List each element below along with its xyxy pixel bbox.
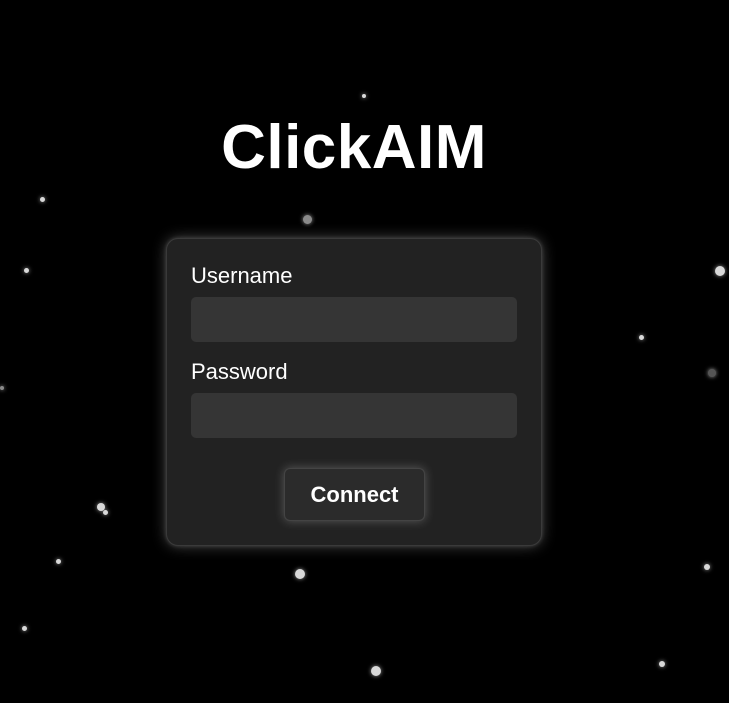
password-input[interactable] <box>191 393 517 438</box>
star <box>24 268 29 273</box>
starfield-background: ClickAIM Username Password Connect <box>0 0 729 703</box>
star <box>295 569 305 579</box>
star <box>715 266 725 276</box>
star <box>362 94 366 98</box>
star <box>303 215 312 224</box>
star <box>40 197 45 202</box>
star <box>708 369 716 377</box>
app-title: ClickAIM <box>221 113 487 182</box>
username-label: Username <box>191 263 293 288</box>
star <box>371 666 381 676</box>
star <box>56 559 61 564</box>
connect-button[interactable]: Connect <box>284 468 425 521</box>
star <box>0 386 4 390</box>
star <box>659 661 665 667</box>
star <box>103 510 108 515</box>
star <box>704 564 710 570</box>
login-card: Username Password Connect <box>166 238 542 546</box>
password-label: Password <box>191 359 288 384</box>
star <box>639 335 644 340</box>
username-input[interactable] <box>191 297 517 342</box>
star <box>22 626 27 631</box>
